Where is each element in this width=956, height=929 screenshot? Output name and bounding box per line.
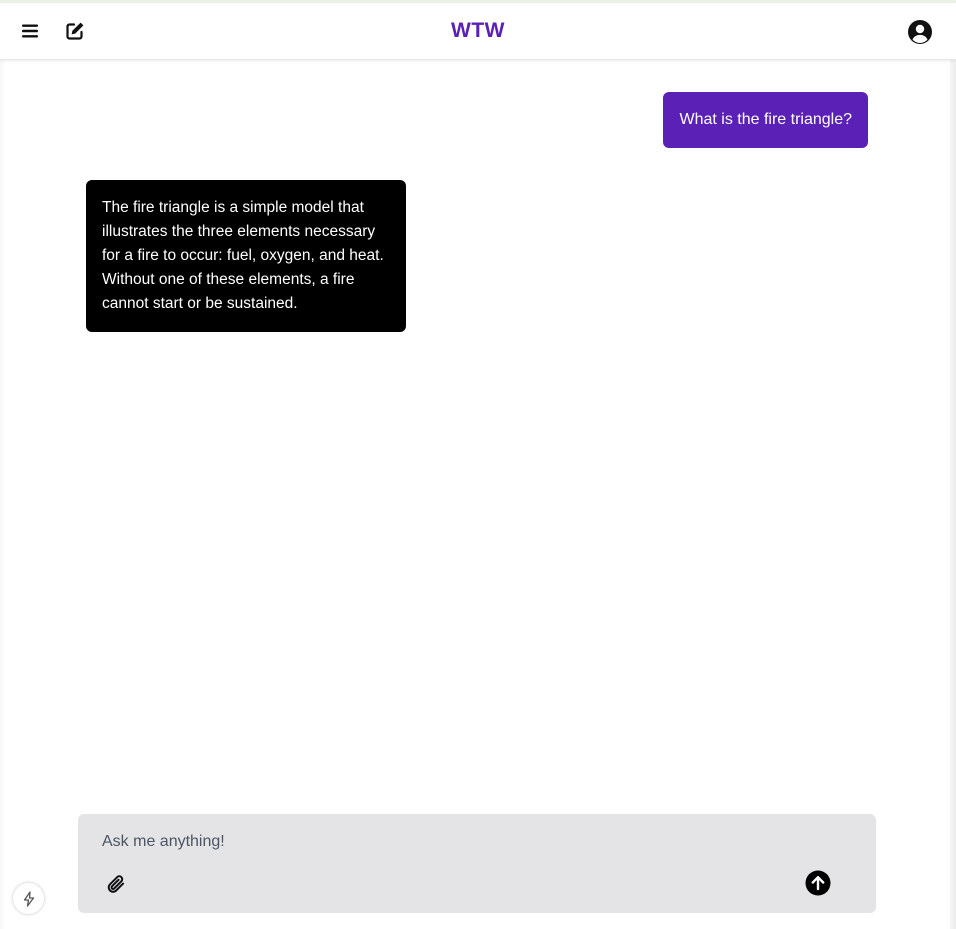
brand-title: WTW	[451, 19, 505, 42]
message-input[interactable]	[102, 830, 802, 854]
assistant-message-bubble: The fire triangle is a simple model that…	[86, 180, 406, 332]
arrow-up-circle-icon	[805, 870, 831, 896]
user-circle-icon	[908, 20, 932, 44]
paperclip-icon	[107, 875, 125, 893]
message-composer	[78, 814, 876, 913]
app-header: WTW	[0, 3, 956, 60]
send-button[interactable]	[805, 870, 831, 896]
attach-button[interactable]	[104, 872, 128, 896]
quick-action-button[interactable]	[13, 883, 44, 914]
chat-area: What is the fire triangle? The fire tria…	[0, 60, 956, 800]
user-message-bubble: What is the fire triangle?	[663, 92, 868, 148]
lightning-bolt-icon	[23, 890, 34, 907]
account-button[interactable]	[906, 18, 934, 46]
